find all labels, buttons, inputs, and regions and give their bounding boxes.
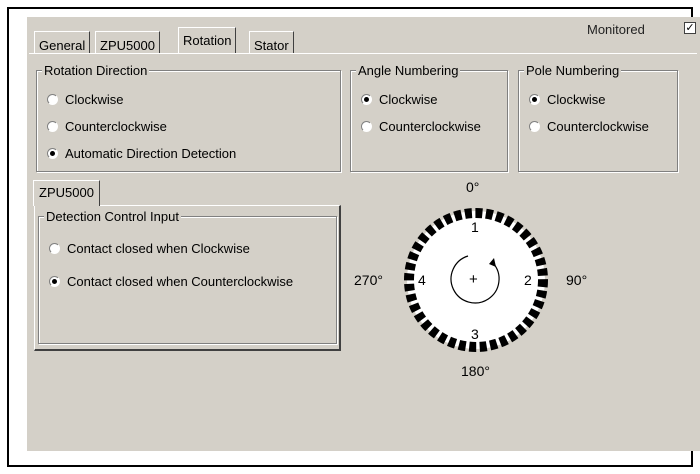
monitored-checkbox[interactable]: ✓ [684,22,696,34]
option-label: Clockwise [65,92,124,107]
option-label: Clockwise [379,92,438,107]
radio-button[interactable] [49,276,60,287]
tab-divider [29,53,697,54]
option-label: Clockwise [547,92,606,107]
tab-rotation[interactable]: Rotation [178,27,237,53]
radio-button[interactable] [47,121,58,132]
option-label: Counterclockwise [547,119,649,134]
tab-zpu5000[interactable]: ZPU5000 [95,31,160,53]
option-label: Contact closed when Counterclockwise [67,274,294,289]
detection-control-title: Detection Control Input [44,209,181,224]
pole-numbering-group: Pole Numbering Clockwise Counterclockwis… [518,63,678,172]
center-plus: + [469,271,478,288]
radio-button[interactable] [529,94,540,105]
monitored-label: Monitored [587,22,645,37]
rotation-direction-group: Rotation Direction Clockwise Countercloc… [36,63,341,172]
radio-button[interactable] [47,94,58,105]
inner-tab-zpu5000[interactable]: ZPU5000 [33,180,100,206]
option-label: Automatic Direction Detection [65,146,237,161]
option-label: Contact closed when Clockwise [67,241,250,256]
pole-label-left: 4 [418,272,426,288]
tab-stator[interactable]: Stator [249,31,294,53]
rotation-direction-title: Rotation Direction [42,63,150,78]
tab-general[interactable]: General [34,31,91,53]
pole-label-top: 1 [471,219,479,235]
pole-label-right: 2 [524,272,532,288]
angle-label-180: 180° [461,363,490,379]
pole-label-bottom: 3 [471,326,479,342]
option-label: Counterclockwise [65,119,167,134]
radio-button[interactable] [49,243,60,254]
detection-control-group: Detection Control Input Contact closed w… [38,209,337,344]
radio-button[interactable] [361,94,372,105]
angle-label-0: 0° [466,179,480,195]
radio-button[interactable] [529,121,540,132]
angle-label-270: 270° [354,272,383,288]
angle-numbering-group: Angle Numbering Clockwise Counterclockwi… [350,63,508,172]
angle-label-90: 90° [566,272,588,288]
option-label: Counterclockwise [379,119,481,134]
angle-numbering-title: Angle Numbering [356,63,461,78]
radio-button[interactable] [47,148,58,159]
radio-button[interactable] [361,121,372,132]
pole-numbering-title: Pole Numbering [524,63,622,78]
